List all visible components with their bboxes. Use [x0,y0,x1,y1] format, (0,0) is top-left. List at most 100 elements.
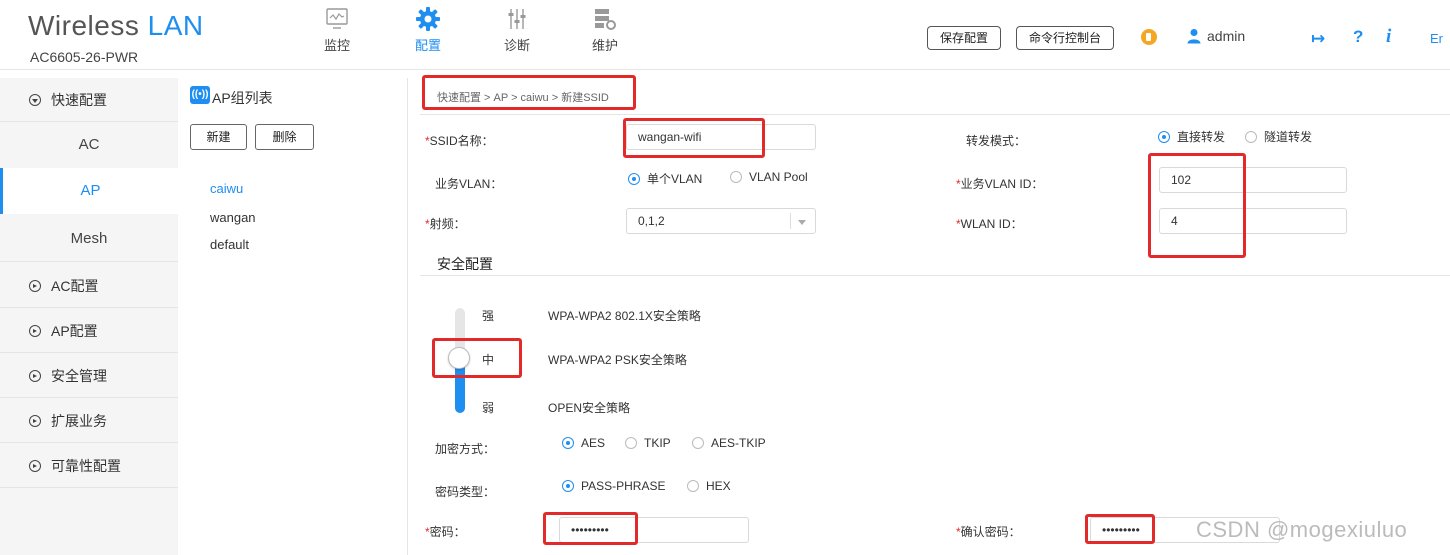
expand-right-icon [29,325,41,337]
encryption-aes-tkip-radio[interactable]: AES-TKIP [692,436,766,450]
nav-monitor[interactable]: 监控 [307,6,367,54]
chevron-down-icon[interactable] [798,220,806,225]
expand-right-icon [29,415,41,427]
encryption-tkip-radio[interactable]: TKIP [625,436,671,450]
sidebar-reliability-config[interactable]: 可靠性配置 [0,444,178,488]
nav-config[interactable]: 配置 [398,6,458,54]
confirm-password-label: *确认密码： [956,525,1021,539]
radio-unselected-indicator [625,437,637,449]
security-level-strong[interactable]: 强 [482,307,494,324]
notification-icon[interactable] [1141,29,1157,45]
highlight-vlan-wlan-id [1148,153,1246,258]
sidebar-ap-config-label: AP配置 [51,323,98,339]
security-level-weak[interactable]: 弱 [482,399,494,416]
encryption-aes-label: AES [581,436,606,450]
ssid-name-label-text: SSID名称： [429,134,494,148]
sidebar-extended-services[interactable]: 扩展业务 [0,399,178,443]
delete-group-button[interactable]: 删除 [255,124,314,150]
logout-icon[interactable]: ↦ [1311,29,1325,49]
group-list-item[interactable]: default [210,237,249,252]
radio-frequency-select[interactable]: 0,1,2 [626,208,816,234]
brand-title-main: Wireless [28,10,148,41]
expand-right-icon [29,280,41,292]
pwd-type-hex-radio[interactable]: HEX [687,479,731,493]
nav-maintain-label: 维护 [591,38,618,53]
device-model: AC6605-26-PWR [30,49,139,65]
sidebar-quick-config[interactable]: 快速配置 [0,78,178,122]
forward-tunnel-radio[interactable]: 隧道转发 [1245,128,1312,145]
pwd-type-passphrase-label: PASS-PHRASE [581,479,666,493]
radio-unselected-indicator [730,171,742,183]
security-policy-medium[interactable]: WPA-WPA2 PSK安全策略 [548,351,687,368]
cli-console-button[interactable]: 命令行控制台 [1016,26,1115,50]
group-list-item[interactable]: caiwu [210,181,243,196]
highlight-ssid [623,118,765,158]
sidebar-quick-config-label: 快速配置 [51,92,107,108]
expand-right-icon [29,460,41,472]
radio-unselected-indicator [692,437,704,449]
vlan-single-radio[interactable]: 单个VLAN [628,170,702,187]
sidebar-sub-ap[interactable]: AP [0,168,178,214]
forward-mode-label: 转发模式： [966,134,1027,148]
radio-frequency-label-text: 射频： [429,217,466,231]
language-switch[interactable]: Er [1430,31,1443,46]
save-config-button[interactable]: 保存配置 [927,26,1002,50]
radio-selected-indicator [1158,131,1170,143]
password-label: *密码： [425,525,466,539]
left-sidebar: 快速配置 AC AP Mesh AC配置 AP配置 安全管理 扩展业务 可靠性配… [0,78,178,555]
highlight-confirm-password [1085,514,1155,544]
highlight-breadcrumb [422,75,636,110]
monitor-icon [326,8,348,29]
group-list-item[interactable]: wangan [210,210,256,225]
nav-diagnose-label: 诊断 [503,38,530,53]
forward-tunnel-label: 隧道转发 [1264,130,1313,144]
user-icon [1187,29,1201,44]
sidebar-ap-config[interactable]: AP配置 [0,309,178,353]
main-content: 快速配置 > AP > caiwu > 新建SSID *SSID名称： wang… [410,75,1450,555]
radio-selected-indicator [562,437,574,449]
nav-config-label: 配置 [414,38,441,53]
wireless-signal-icon: ((•)) [190,86,210,104]
vlan-id-label: *业务VLAN ID： [956,177,1044,191]
nav-diagnose[interactable]: 诊断 [487,6,547,54]
forward-direct-radio[interactable]: 直接转发 [1158,128,1225,145]
sidebar-sub-mesh[interactable]: Mesh [0,216,178,262]
vlan-single-label: 单个VLAN [647,172,703,186]
divider [420,275,1450,276]
security-policy-weak[interactable]: OPEN安全策略 [548,399,630,416]
sliders-icon [508,9,526,29]
username[interactable]: admin [1207,28,1245,44]
confirm-password-label-text: 确认密码： [960,525,1021,539]
sidebar-sub-ac[interactable]: AC [0,123,178,167]
vlan-id-label-text: 业务VLAN ID： [960,177,1044,191]
sidebar-security-mgmt-label: 安全管理 [51,368,107,384]
security-config-title: 安全配置 [437,256,493,272]
sidebar-reliability-config-label: 可靠性配置 [51,458,121,474]
sidebar-extended-services-label: 扩展业务 [51,413,107,429]
pwd-type-hex-label: HEX [706,479,731,493]
radio-unselected-indicator [1245,131,1257,143]
password-label-text: 密码： [429,525,466,539]
encryption-aes-radio[interactable]: AES [562,436,605,450]
brand-title: Wireless LAN [28,10,204,42]
help-icon[interactable]: ? [1353,27,1363,47]
vlan-pool-radio[interactable]: VLAN Pool [730,170,808,184]
ap-group-list-title: AP组列表 [212,90,273,106]
nav-maintain[interactable]: 维护 [575,6,635,54]
brand-title-accent: LAN [147,10,204,41]
highlight-password [543,512,638,545]
sidebar-ac-config[interactable]: AC配置 [0,264,178,308]
select-separator [790,213,791,229]
password-type-label: 密码类型： [435,485,496,499]
security-policy-strong[interactable]: WPA-WPA2 802.1X安全策略 [548,307,701,324]
encryption-aes-tkip-label: AES-TKIP [711,436,766,450]
forward-direct-label: 直接转发 [1177,130,1226,144]
ssid-name-label: *SSID名称： [425,134,494,148]
pwd-type-passphrase-radio[interactable]: PASS-PHRASE [562,479,665,493]
sidebar-security-mgmt[interactable]: 安全管理 [0,354,178,398]
gear-icon [416,7,440,31]
info-icon[interactable]: i [1386,26,1391,48]
highlight-security-level [432,338,522,378]
header-bar: Wireless LAN AC6605-26-PWR 监控 配置 诊断 维护 保… [0,0,1450,70]
new-group-button[interactable]: 新建 [190,124,247,150]
